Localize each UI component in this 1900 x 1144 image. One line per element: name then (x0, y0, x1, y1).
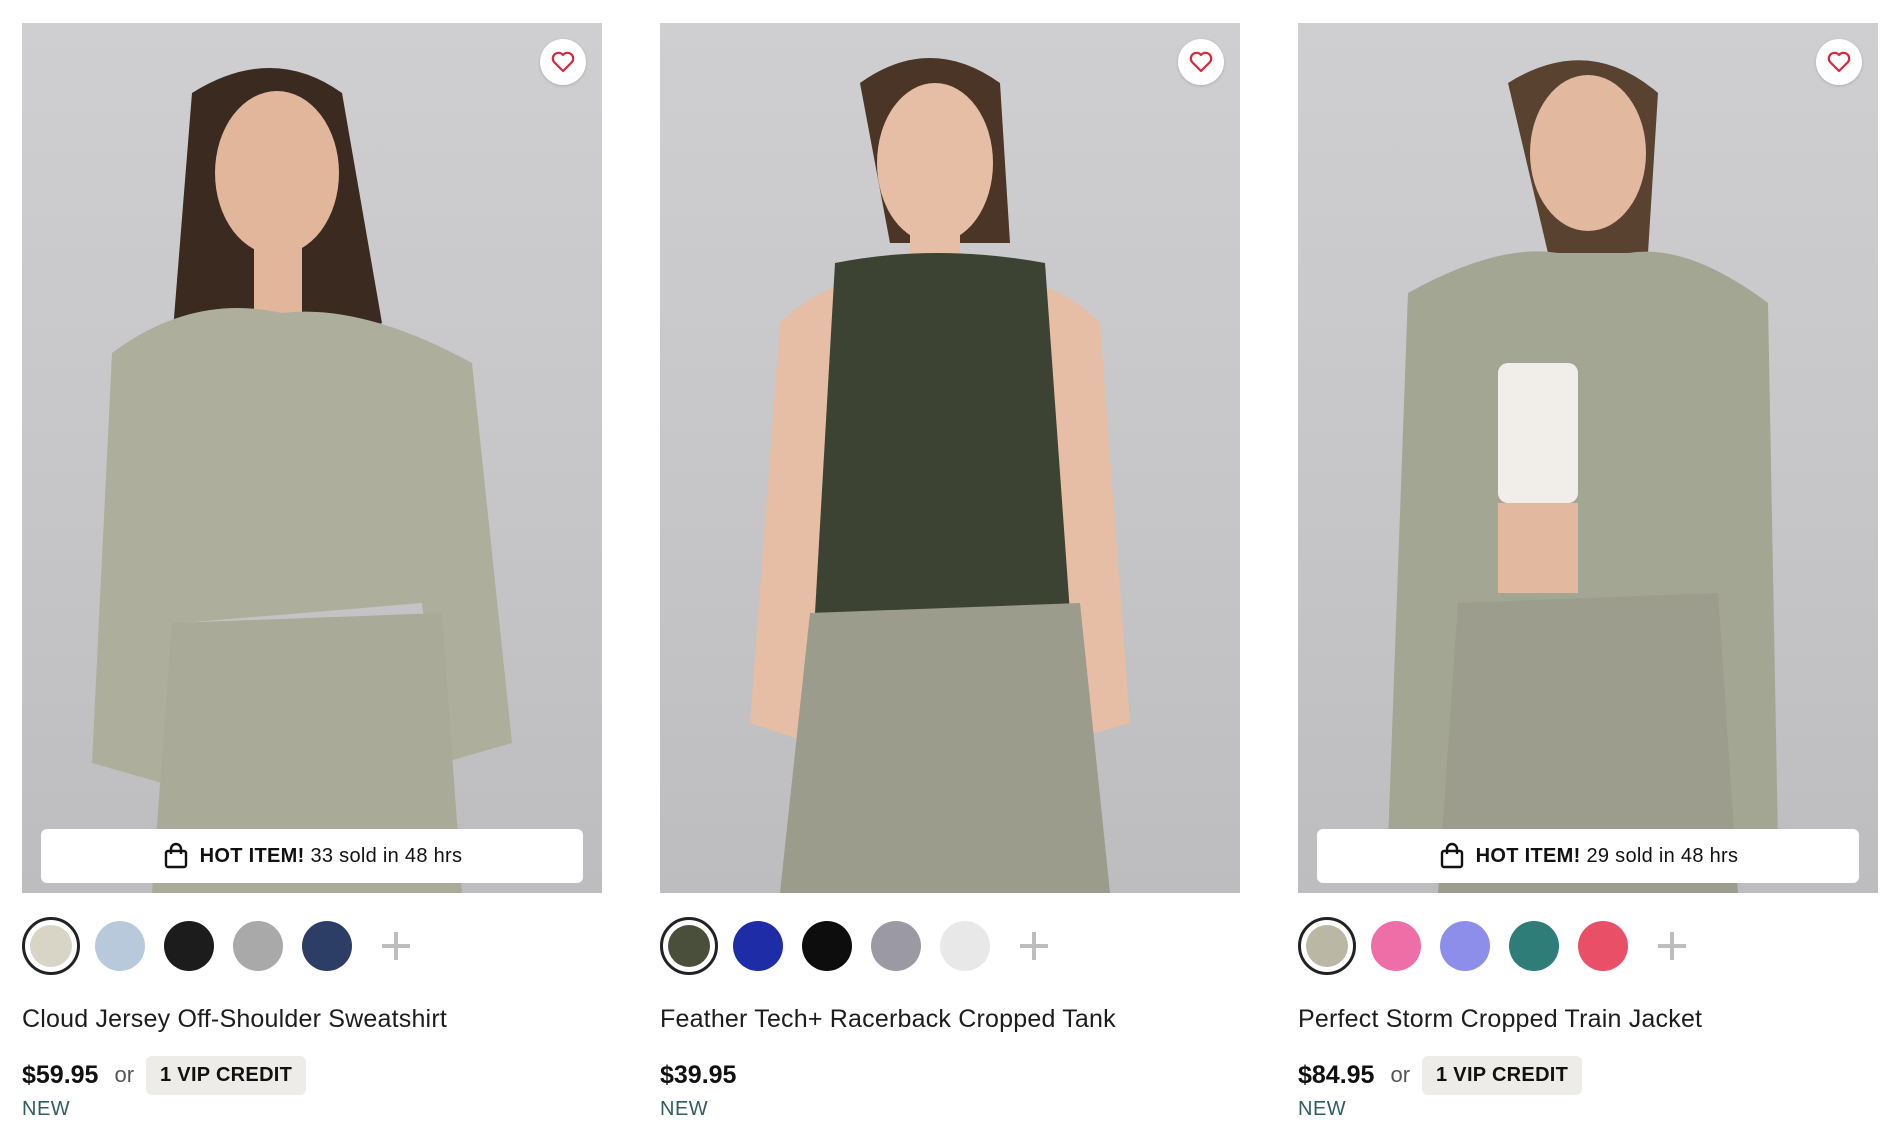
product-card[interactable]: HOT ITEM! 29 sold in 48 hrs Perfect Stor… (1298, 23, 1878, 1121)
more-colors-button[interactable] (1643, 917, 1701, 975)
product-name[interactable]: Cloud Jersey Off-Shoulder Sweatshirt (22, 1005, 602, 1034)
color-swatch[interactable] (936, 917, 994, 975)
hot-item-text: 29 sold in 48 hrs (1586, 844, 1739, 867)
price-row: $39.95 (660, 1056, 1240, 1094)
price-row: $59.95 or 1 VIP CREDIT (22, 1055, 602, 1095)
plus-icon (1020, 932, 1048, 960)
hot-item-label: HOT ITEM! (199, 844, 305, 867)
color-swatch[interactable] (798, 917, 856, 975)
product-grid: HOT ITEM! 33 sold in 48 hrs Cloud Jersey… (0, 0, 1900, 1144)
shopping-bag-icon (1440, 842, 1463, 869)
model-illustration (1388, 60, 1778, 893)
favorite-button[interactable] (1178, 39, 1224, 85)
plus-icon (382, 932, 410, 960)
shopping-bag-icon (164, 842, 187, 869)
hot-item-text: 33 sold in 48 hrs (310, 844, 463, 867)
heart-outline-icon (1827, 51, 1851, 73)
plus-icon (1658, 932, 1686, 960)
heart-outline-icon (1189, 51, 1213, 73)
product-name[interactable]: Feather Tech+ Racerback Cropped Tank (660, 1005, 1240, 1034)
color-swatch[interactable] (229, 917, 287, 975)
color-swatch[interactable] (298, 917, 356, 975)
color-swatch[interactable] (1367, 917, 1425, 975)
hot-item-label: HOT ITEM! (1475, 844, 1581, 867)
color-swatch[interactable] (729, 917, 787, 975)
color-swatch[interactable] (867, 917, 925, 975)
price-row: $84.95 or 1 VIP CREDIT (1298, 1055, 1878, 1095)
color-swatch[interactable] (1436, 917, 1494, 975)
hot-item-banner: HOT ITEM! 33 sold in 48 hrs (41, 829, 583, 883)
product-card[interactable]: HOT ITEM! 33 sold in 48 hrs Cloud Jersey… (22, 23, 602, 1121)
product-card[interactable]: Feather Tech+ Racerback Cropped Tank $39… (660, 23, 1240, 1121)
more-colors-button[interactable] (1005, 917, 1063, 975)
model-illustration (750, 58, 1130, 893)
color-swatches (660, 917, 1240, 975)
product-image[interactable] (660, 23, 1240, 893)
hot-item-banner: HOT ITEM! 29 sold in 48 hrs (1317, 829, 1859, 883)
favorite-button[interactable] (1816, 39, 1862, 85)
or-text: or (1390, 1062, 1411, 1087)
vip-credit-badge: 1 VIP CREDIT (1422, 1055, 1583, 1095)
color-swatch[interactable] (1298, 917, 1356, 975)
color-swatch[interactable] (1574, 917, 1632, 975)
favorite-button[interactable] (540, 39, 586, 85)
product-price: $39.95 (660, 1060, 737, 1089)
product-price: $59.95 (22, 1060, 99, 1089)
product-image[interactable]: HOT ITEM! 33 sold in 48 hrs (22, 23, 602, 893)
product-price: $84.95 (1298, 1060, 1375, 1089)
color-swatch[interactable] (1505, 917, 1563, 975)
color-swatch[interactable] (22, 917, 80, 975)
color-swatch[interactable] (660, 917, 718, 975)
heart-outline-icon (551, 51, 575, 73)
color-swatches (1298, 917, 1878, 975)
new-badge: NEW (22, 1098, 71, 1120)
color-swatch[interactable] (91, 917, 149, 975)
product-name[interactable]: Perfect Storm Cropped Train Jacket (1298, 1005, 1878, 1034)
color-swatch[interactable] (160, 917, 218, 975)
new-badge: NEW (660, 1098, 709, 1120)
model-illustration (92, 68, 512, 893)
vip-credit-badge: 1 VIP CREDIT (146, 1055, 307, 1095)
color-swatches (22, 917, 602, 975)
new-badge: NEW (1298, 1098, 1347, 1120)
product-image[interactable]: HOT ITEM! 29 sold in 48 hrs (1298, 23, 1878, 893)
or-text: or (114, 1062, 135, 1087)
more-colors-button[interactable] (367, 917, 425, 975)
